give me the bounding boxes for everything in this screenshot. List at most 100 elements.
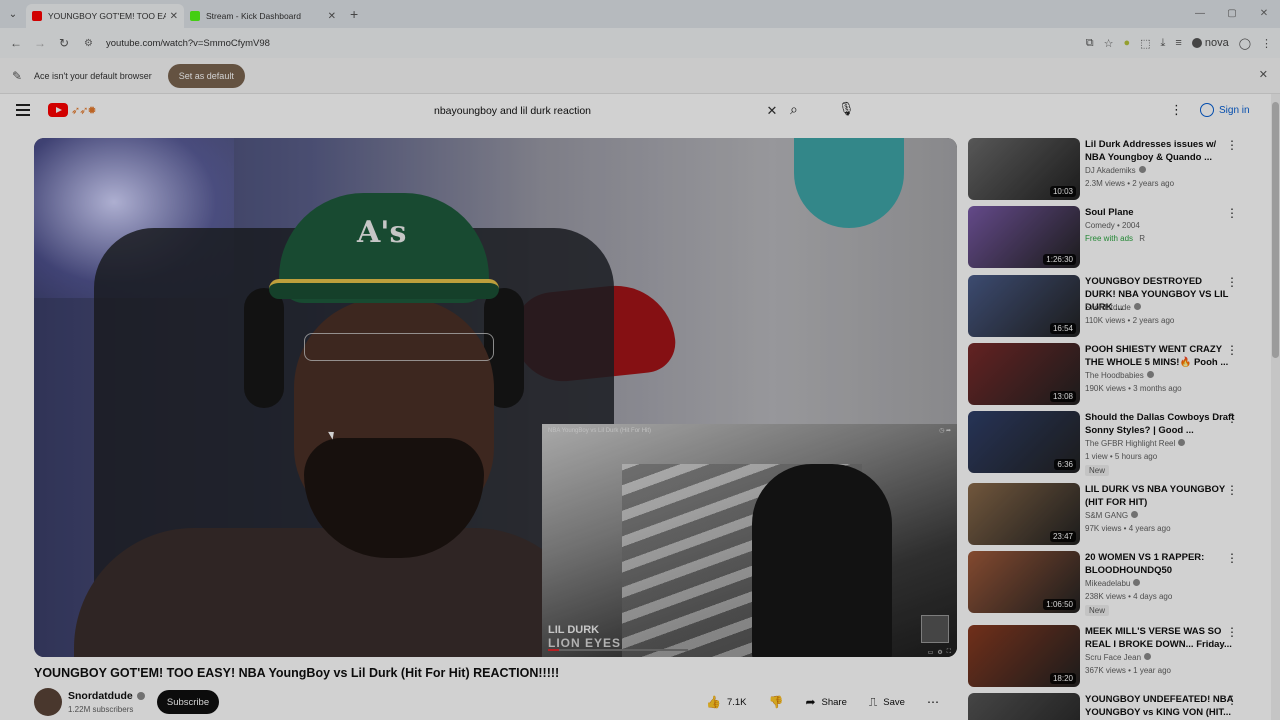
- site-info-icon[interactable]: ⚙: [84, 38, 100, 49]
- account-icon[interactable]: ◯: [1239, 37, 1251, 50]
- save-button[interactable]: ⎍ Save: [863, 690, 911, 714]
- set-default-button[interactable]: Set as default: [167, 63, 245, 88]
- youtube-play-icon: [48, 103, 68, 117]
- more-options-icon[interactable]: ⋮: [1226, 693, 1238, 707]
- recommendation-title[interactable]: MEEK MILL'S VERSE WAS SO REAL I BROKE DO…: [1085, 625, 1235, 651]
- recommendation-thumbnail[interactable]: 1:26:30: [968, 206, 1080, 268]
- more-options-icon[interactable]: ⋮: [1226, 551, 1238, 565]
- recommendation-thumbnail[interactable]: 1:06:50: [968, 551, 1080, 613]
- youtube-logo[interactable]: ➶➶✹: [48, 103, 97, 117]
- verified-icon: [1131, 511, 1139, 518]
- video-player[interactable]: A's NBA YoungBoy vs Lil Durk (Hit For Hi…: [34, 138, 957, 657]
- back-icon[interactable]: ←: [4, 36, 28, 50]
- channel-name[interactable]: Snordatdude: [68, 690, 145, 702]
- more-options-icon[interactable]: ⋮: [1226, 343, 1238, 357]
- recommendation-channel[interactable]: The Hoodbabies: [1085, 371, 1154, 380]
- sign-in-button[interactable]: Sign in: [1200, 103, 1250, 117]
- search-input[interactable]: nbayoungboy and lil durk reaction: [424, 105, 760, 117]
- search-box[interactable]: nbayoungboy and lil durk reaction ✕: [424, 97, 784, 125]
- recommendation-thumbnail[interactable]: [968, 693, 1080, 720]
- share-button[interactable]: ➦ Share: [799, 690, 852, 714]
- recommendation-channel[interactable]: Scru Face Jean: [1085, 653, 1152, 662]
- page-scrollbar[interactable]: [1271, 94, 1280, 720]
- recommendation-item[interactable]: 18:20 MEEK MILL'S VERSE WAS SO REAL I BRO…: [968, 625, 1268, 687]
- recommendation-item[interactable]: 6:36 Should the Dallas Cowboys Draft Sonn…: [968, 411, 1268, 476]
- recommendation-meta: 110K views • 2 years ago: [1085, 316, 1175, 325]
- recommendation-title[interactable]: YOUNGBOY UNDEFEATED! NBA YOUNGBOY vs KIN…: [1085, 693, 1235, 719]
- recommendation-item[interactable]: 1:06:50 20 WOMEN VS 1 RAPPER: BLOODHOUNDQ…: [968, 551, 1268, 616]
- recommendation-thumbnail[interactable]: 23:47: [968, 483, 1080, 545]
- recommendation-channel[interactable]: The GFBR Highlight Reel: [1085, 439, 1186, 448]
- more-options-icon[interactable]: ⋮: [1226, 138, 1238, 152]
- subscribe-button[interactable]: Subscribe: [157, 690, 219, 714]
- more-options-icon[interactable]: ⋮: [1226, 206, 1238, 220]
- like-button[interactable]: 👍 7.1K: [700, 690, 753, 714]
- menu-icon[interactable]: [16, 104, 30, 116]
- recommendation-item[interactable]: 10:03 Lil Durk Addresses issues w/ NBA Yo…: [968, 138, 1268, 200]
- close-infobar-icon[interactable]: ✕: [1259, 68, 1268, 81]
- reload-icon[interactable]: ↻: [52, 36, 76, 50]
- thumbs-down-icon: 👎: [768, 695, 784, 709]
- video-duration: 18:20: [1049, 673, 1076, 684]
- video-duration: 6:36: [1054, 459, 1076, 470]
- close-tab-icon[interactable]: ✕: [170, 11, 178, 22]
- video-duration: 1:06:50: [1043, 599, 1076, 610]
- more-options-icon[interactable]: ⋮: [1226, 411, 1238, 425]
- recommendation-item[interactable]: 1:26:30 Soul Plane Comedy • 2004 Free with …: [968, 206, 1268, 268]
- recommendation-channel[interactable]: Snordatdude: [1085, 303, 1141, 312]
- profile-avatar-icon: [1191, 38, 1202, 48]
- cast-icon[interactable]: ⧉: [1086, 37, 1094, 50]
- close-window-icon[interactable]: ✕: [1248, 0, 1280, 28]
- recommendation-thumbnail[interactable]: 16:54: [968, 275, 1080, 337]
- recommendation-thumbnail[interactable]: 13:08: [968, 343, 1080, 405]
- recommendation-title[interactable]: Lil Durk Addresses issues w/ NBA Youngbo…: [1085, 138, 1235, 164]
- minimize-icon[interactable]: —: [1184, 0, 1216, 28]
- recommendation-channel[interactable]: S&M GANG: [1085, 511, 1139, 520]
- recommendation-item[interactable]: YOUNGBOY UNDEFEATED! NBA YOUNGBOY vs KIN…: [968, 693, 1268, 720]
- clear-search-icon[interactable]: ✕: [760, 103, 784, 119]
- recommendation-thumbnail[interactable]: 10:03: [968, 138, 1080, 200]
- new-tab-icon[interactable]: +: [350, 6, 358, 22]
- browser-menu-icon[interactable]: ⋮: [1261, 37, 1272, 50]
- recommendation-channel[interactable]: DJ Akademiks: [1085, 166, 1146, 175]
- dislike-button[interactable]: 👎: [763, 690, 790, 714]
- maximize-icon[interactable]: ▢: [1216, 0, 1248, 28]
- recommendation-item[interactable]: 23:47 LIL DURK VS NBA YOUNGBOY (HIT FOR H…: [968, 483, 1268, 545]
- recommendation-title[interactable]: POOH SHIESTY WENT CRAZY THE WHOLE 5 MINS…: [1085, 343, 1235, 369]
- more-options-icon[interactable]: ⋮: [1226, 483, 1238, 497]
- download-icon[interactable]: ⤓: [1161, 37, 1166, 50]
- video-duration: 13:08: [1049, 391, 1076, 402]
- recommendation-title[interactable]: 20 WOMEN VS 1 RAPPER: BLOODHOUNDQ50: [1085, 551, 1235, 577]
- recommendation-thumbnail[interactable]: 18:20: [968, 625, 1080, 687]
- tab-search-icon[interactable]: ⌄: [0, 0, 26, 28]
- extensions-puzzle-icon[interactable]: ⬚: [1140, 37, 1150, 50]
- bookmark-star-icon[interactable]: ☆: [1104, 37, 1114, 50]
- address-bar[interactable]: ⚙ youtube.com/watch?v=SmmoCfymV98: [84, 32, 644, 54]
- settings-kebab-icon[interactable]: ⋮: [1170, 102, 1183, 118]
- profile-button[interactable]: nova: [1191, 37, 1229, 49]
- recommendation-channel[interactable]: Mikeadelabu: [1085, 579, 1141, 588]
- recommendation-title[interactable]: LIL DURK VS NBA YOUNGBOY (HIT FOR HIT): [1085, 483, 1235, 509]
- recommendation-item[interactable]: 13:08 POOH SHIESTY WENT CRAZY THE WHOLE 5…: [968, 343, 1268, 405]
- tab-youtube[interactable]: YOUNGBOY GOT'EM! TOO EASY! NBA ✕: [26, 4, 184, 28]
- reading-list-icon[interactable]: ≡: [1175, 37, 1181, 49]
- scrollbar-thumb[interactable]: [1272, 102, 1279, 358]
- recommendation-channel[interactable]: Comedy • 2004: [1085, 221, 1140, 230]
- recommendation-item[interactable]: 16:54 YOUNGBOY DESTROYED DURK! NBA YOUNGB…: [968, 275, 1268, 337]
- search-icon[interactable]: ⌕: [790, 101, 798, 118]
- recommendation-title[interactable]: Soul Plane: [1085, 206, 1235, 219]
- forward-icon[interactable]: →: [28, 36, 52, 50]
- more-options-icon[interactable]: ⋮: [1226, 275, 1238, 289]
- tab-kick[interactable]: Stream - Kick Dashboard ✕: [184, 4, 342, 28]
- glasses: [304, 333, 494, 361]
- extension-icon[interactable]: ●: [1123, 37, 1130, 49]
- more-actions-button[interactable]: ⋯: [921, 690, 945, 714]
- recommendation-thumbnail[interactable]: 6:36: [968, 411, 1080, 473]
- verified-icon: [1133, 579, 1141, 586]
- microphone-icon[interactable]: 🎙: [838, 101, 855, 117]
- channel-avatar[interactable]: [34, 688, 62, 716]
- more-options-icon[interactable]: ⋮: [1226, 625, 1238, 639]
- recommendation-title[interactable]: Should the Dallas Cowboys Draft Sonny St…: [1085, 411, 1235, 437]
- close-tab-icon[interactable]: ✕: [328, 11, 336, 22]
- verified-icon: [1146, 371, 1154, 378]
